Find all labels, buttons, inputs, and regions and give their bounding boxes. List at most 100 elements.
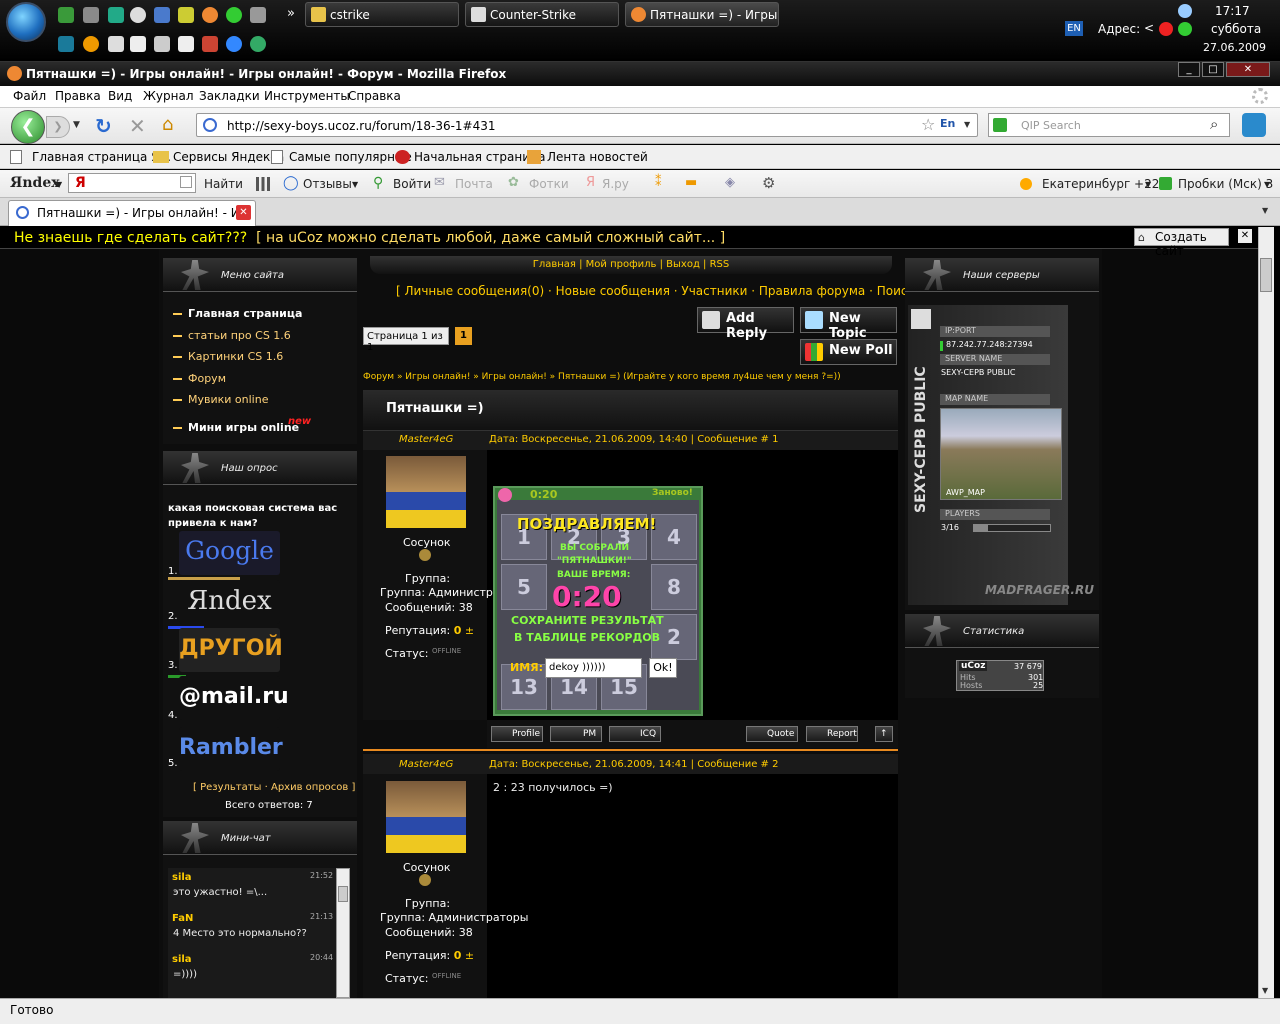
chevron-down-icon[interactable]: ▼ [1145,180,1151,189]
qip-icon[interactable] [1178,22,1192,36]
bookmark-popular[interactable]: Самые популярные [289,150,412,164]
firefox-icon[interactable] [202,7,218,23]
search-input[interactable]: QIP Search [988,113,1230,137]
chat-scroll-thumb[interactable] [338,886,348,902]
icq-button[interactable]: ICQ [609,726,661,742]
ie-icon[interactable] [226,36,242,52]
minimize-button[interactable]: _ [1178,62,1200,77]
page-scroll-thumb[interactable] [1260,258,1272,292]
avatar[interactable] [386,456,466,528]
quicklaunch-icon[interactable] [178,7,194,23]
folder-icon[interactable]: ▬ [685,175,697,190]
site-identity-icon[interactable] [203,118,217,132]
quicklaunch-icon[interactable] [108,36,124,52]
bookmark-yandex-home[interactable]: Главная страница Я... [32,150,171,164]
quicklaunch-icon[interactable] [250,7,266,23]
menu-tools[interactable]: Инструменты [264,89,350,103]
reviews-button[interactable]: Отзывы [303,177,352,191]
post-author[interactable]: Master4eG [399,759,453,770]
create-site-button[interactable]: Создать сайт [1134,228,1229,258]
poll-option-3[interactable]: 3. [168,660,178,671]
quicklaunch-icon[interactable] [178,36,194,52]
history-dropdown-icon[interactable]: ▼ [73,120,80,130]
bookmark-star-icon[interactable]: ☆ [921,115,935,134]
signal-icon[interactable] [256,177,270,191]
scroll-down-icon[interactable]: ▼ [1262,986,1268,995]
poll-option-2[interactable]: 2. [168,611,178,622]
bookmarks-icon[interactable]: ⁑ [655,175,662,190]
quicklaunch-icon[interactable] [226,7,242,23]
menu-movies[interactable]: Мувики online [173,393,268,406]
tab-close-icon[interactable]: ✕ [236,205,251,220]
menu-help[interactable]: Справка [348,89,401,103]
quicklaunch-icon[interactable] [83,36,99,52]
tags-icon[interactable]: ◈ [725,175,735,190]
chevron-icon[interactable]: » [287,6,295,21]
task-counter-strike[interactable]: Counter-Strike [465,2,619,27]
quicklaunch-icon[interactable] [83,7,99,23]
quicklaunch-icon[interactable] [154,36,170,52]
quicklaunch-icon[interactable] [58,36,74,52]
chat-user[interactable]: sila [172,872,192,883]
network-icon[interactable] [1178,4,1192,18]
opera-icon[interactable] [1159,22,1173,36]
tab-active[interactable]: Пятнашки =) - Игры онлайн! - И... [8,200,256,226]
game-restart[interactable]: Заново! [652,488,693,498]
bookmark-news-feed[interactable]: Лента новостей [547,150,648,164]
report-button[interactable]: Report [806,726,858,742]
avatar[interactable] [386,781,466,853]
clock-time[interactable]: 17:17 [1215,4,1250,18]
menu-articles[interactable]: статьи про CS 1.6 [173,329,291,342]
login-button[interactable]: Войти [393,177,431,191]
search-engine-icon[interactable] [993,118,1007,132]
chat-user[interactable]: sila [172,954,192,965]
chevron-down-icon[interactable]: ▼ [1264,180,1270,189]
game-name-input[interactable]: dekoy )))))) [545,658,642,678]
breadcrumb[interactable]: Форум » Игры онлайн! » Игры онлайн! » Пя… [363,372,841,382]
tab-list-icon[interactable]: ▼ [1262,206,1268,215]
traffic-info[interactable]: Пробки (Мск) 3 [1178,177,1273,191]
icq-toolbar-icon[interactable] [1242,113,1266,137]
mail-button[interactable]: Почта [455,177,493,191]
forward-button[interactable]: ❯ [46,116,70,138]
quicklaunch-icon[interactable] [130,36,146,52]
task-cstrike[interactable]: cstrike [305,2,459,27]
post-author[interactable]: Master4eG [399,434,453,445]
quicklaunch-icon[interactable] [154,7,170,23]
poll-links[interactable]: [ Результаты · Архив опросов ] [193,782,355,793]
checkbox[interactable] [180,176,192,188]
forum-links[interactable]: [ Личные сообщения(0) · Новые сообщения … [396,284,958,298]
lang-button[interactable]: En [940,117,955,130]
yandex-search-input[interactable] [68,173,196,193]
close-button[interactable]: ✕ [1226,62,1270,77]
quicklaunch-icon[interactable] [108,7,124,23]
search-icon[interactable]: ⌕ [1210,115,1218,133]
menu-bookmarks[interactable]: Закладки [199,89,260,103]
menu-mini-games[interactable]: Мини игры online [173,421,299,434]
chevron-down-icon[interactable]: ▼ [56,180,62,189]
poll-option-4[interactable]: 4. [168,710,178,721]
chevron-left-icon[interactable]: < [1144,21,1154,35]
menu-pictures[interactable]: Картинки CS 1.6 [173,350,283,363]
weather-city[interactable]: Екатеринбург +22 [1042,177,1159,191]
menu-edit[interactable]: Правка [55,89,101,103]
url-input[interactable]: http://sexy-boys.ucoz.ru/forum/18-36-1#4… [196,113,978,137]
menu-forum[interactable]: Форум [173,372,226,385]
menu-home[interactable]: Главная страница [173,307,302,320]
profile-button[interactable]: Profile [491,726,543,742]
bookmark-yandex-services[interactable]: Сервисы Яндекса [173,150,284,164]
quicklaunch-icon[interactable] [250,36,266,52]
chevron-down-icon[interactable]: ▼ [352,180,358,189]
pager-page[interactable]: 1 [455,327,472,345]
quicklaunch-icon[interactable] [58,7,74,23]
yandex-logo[interactable]: Яndex [10,175,60,191]
quicklaunch-icon[interactable] [202,36,218,52]
yaru-button[interactable]: Я.ру [602,177,629,191]
menu-view[interactable]: Вид [108,89,132,103]
chat-user[interactable]: FaN [172,913,193,924]
bookmark-start-page[interactable]: Начальная страница [414,150,546,164]
gear-icon[interactable]: ⚙ [762,174,775,192]
game-ok-button[interactable]: Ok! [649,658,677,678]
quote-button[interactable]: Quote [746,726,798,742]
server-ip[interactable]: 87.242.77.248:27394 [946,340,1033,349]
